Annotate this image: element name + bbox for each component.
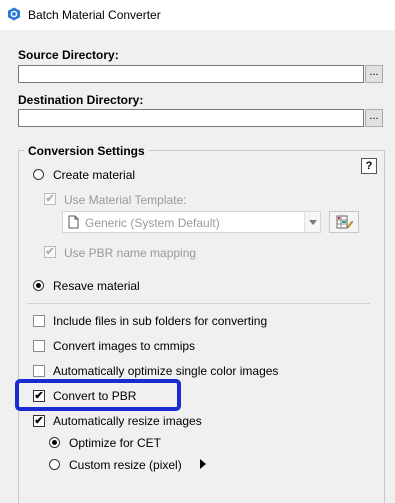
source-browse-button[interactable]: ...	[365, 65, 383, 83]
optimize-cet-label: Optimize for CET	[69, 436, 162, 450]
source-directory-input[interactable]	[18, 65, 364, 83]
optimize-single-color-checkbox[interactable]	[33, 365, 45, 377]
destination-directory-label: Destination Directory:	[18, 93, 144, 107]
radio-selected-dot	[52, 440, 57, 445]
checkmark-icon: ✔	[34, 415, 44, 427]
custom-resize-label: Custom resize (pixel)	[69, 458, 182, 472]
material-template-value: Generic (System Default)	[85, 216, 220, 230]
auto-resize-label: Automatically resize images	[53, 414, 202, 428]
window-title: Batch Material Converter	[28, 8, 161, 22]
material-grid-icon	[336, 215, 354, 229]
convert-to-pbr-label: Convert to PBR	[53, 389, 137, 403]
resave-material-radio[interactable]	[33, 280, 44, 291]
material-template-select[interactable]: Generic (System Default)	[62, 211, 321, 233]
app-hexagon-icon	[8, 7, 20, 21]
help-button[interactable]: ?	[361, 158, 377, 174]
radio-selected-dot	[36, 283, 41, 288]
optimize-cet-radio[interactable]	[49, 437, 60, 448]
use-pbr-name-mapping-checkbox[interactable]: ✔	[44, 246, 56, 258]
resave-material-label: Resave material	[53, 279, 140, 293]
use-material-template-checkbox[interactable]: ✔	[44, 193, 56, 205]
use-material-template-label: Use Material Template:	[64, 193, 187, 207]
destination-browse-button[interactable]: ...	[365, 109, 383, 127]
use-pbr-name-mapping-label: Use PBR name mapping	[64, 246, 197, 260]
optimize-single-color-label: Automatically optimize single color imag…	[53, 364, 279, 378]
chevron-down-icon	[309, 220, 317, 225]
auto-resize-checkbox[interactable]: ✔	[33, 415, 45, 427]
convert-cmmips-checkbox[interactable]	[33, 340, 45, 352]
destination-directory-input[interactable]	[18, 109, 364, 127]
include-sub-folders-checkbox[interactable]	[33, 315, 45, 327]
dropdown-toggle[interactable]	[304, 212, 320, 232]
checkmark-icon: ✔	[45, 193, 55, 205]
convert-cmmips-label: Convert images to cmmips	[53, 339, 196, 353]
expand-arrow-icon[interactable]	[200, 459, 206, 469]
source-directory-label: Source Directory:	[18, 48, 119, 62]
checkmark-icon: ✔	[34, 390, 44, 402]
title-bar: Batch Material Converter	[0, 0, 395, 30]
conversion-settings-title: Conversion Settings	[24, 144, 149, 158]
document-icon	[68, 215, 79, 229]
convert-to-pbr-checkbox[interactable]: ✔	[33, 390, 45, 402]
material-template-editor-button[interactable]	[329, 211, 359, 233]
separator	[27, 303, 370, 304]
create-material-radio[interactable]	[33, 169, 44, 180]
include-sub-folders-label: Include files in sub folders for convert…	[53, 314, 268, 328]
create-material-label: Create material	[53, 168, 136, 182]
custom-resize-radio[interactable]	[49, 459, 60, 470]
checkmark-icon: ✔	[45, 246, 55, 258]
